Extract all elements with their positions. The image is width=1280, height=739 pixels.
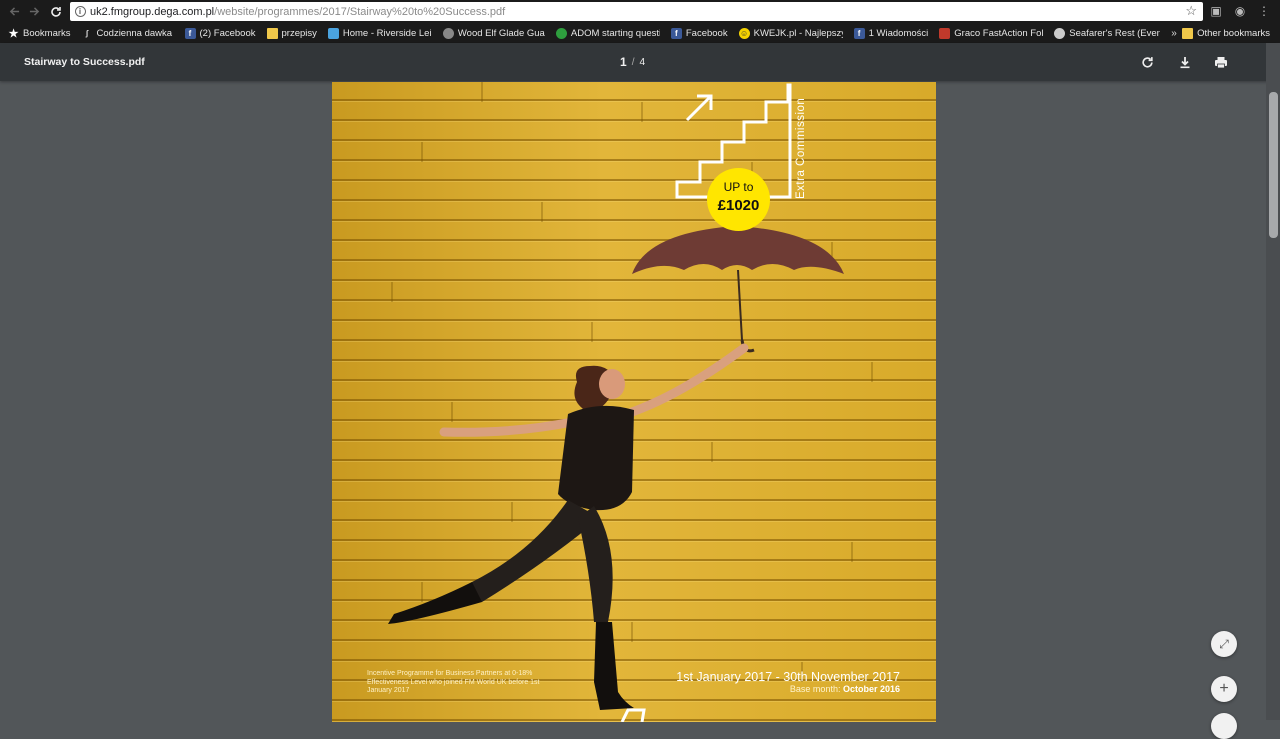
url-path: /website/programmes/2017/Stairway%20to%2… [214,5,506,18]
extension-chrome-icon[interactable]: ◉ [1232,3,1248,19]
url-host: uk2.fmgroup.dega.com.pl [90,5,215,18]
bookmark-item[interactable]: f1 Wiadomości [853,23,928,43]
bookmark-item[interactable]: Home - Riverside Leis [327,23,432,43]
bookmark-item[interactable]: przepisy [266,23,317,43]
smiley-icon: ☺ [738,27,750,39]
base-month: Base month: October 2016 [789,684,900,694]
site-icon [1054,27,1066,39]
forward-button[interactable] [24,2,44,22]
scrollbar-thumb[interactable] [1269,92,1278,238]
bookmark-item[interactable]: ☺ KWEJK.pl - Najlepszy [738,23,843,43]
page-indicator: 1 / 4 [620,55,645,69]
arrow-right-icon [29,7,39,16]
bookmark-item[interactable]: f (2) Facebook [184,23,256,43]
pdf-page: UP to £1020 Extra Commission Incentive P… [332,82,936,722]
print-icon [1215,56,1227,68]
arrow-left-icon [9,7,19,16]
zoom-in-button[interactable]: + [1211,676,1237,702]
bookmark-item[interactable]: Graco FastAction Fol [939,23,1043,43]
facebook-icon: f [184,27,196,39]
bookmark-item[interactable]: Seafarer's Rest (Event [1054,23,1160,43]
browser-omnibar: i uk2.fmgroup.dega.com.pl/website/progra… [0,0,1280,23]
rotate-icon [1141,56,1153,68]
download-icon [1180,56,1190,68]
bookmarks-bar: ★Bookmarks ʃCodzienna dawka cza f(2) Fac… [0,23,1280,43]
extension-icons: ▣ ◉ ⋮ [1208,3,1272,19]
facebook-icon: f [670,27,682,39]
folder-icon [1182,27,1194,39]
other-bookmarks-button[interactable]: Other bookmarks [1182,23,1270,43]
arrow-up-right-icon [685,94,713,122]
bookmark-item[interactable]: Wood Elf Glade Guar [442,23,545,43]
total-pages: 4 [639,56,646,68]
bookmark-item[interactable]: ADOM starting questi [555,23,660,43]
site-icon [939,27,951,39]
incentive-text: Incentive Programme for Business Partner… [367,670,540,694]
woman-figure [388,343,749,710]
site-info-icon[interactable]: i [70,6,90,17]
reload-button[interactable] [46,2,66,22]
site-icon [442,27,454,39]
facebook-icon: f [853,27,865,39]
bookmark-item[interactable]: ★ Bookmarks [8,23,71,43]
badge-label: UP to [723,180,754,194]
date-range: 1st January 2017 - 30th November 2017 Ba… [676,670,900,694]
bookmark-item[interactable]: ʃCodzienna dawka cza [82,23,174,43]
pdf-toolbar: Stairway to Success.pdf 1 / 4 [0,43,1280,81]
fit-page-icon: ⤢ [1219,636,1229,651]
reload-icon [51,6,61,17]
site-icon [327,27,339,39]
back-button[interactable] [4,2,24,22]
date-range-text: 1st January 2017 - 30th November 2017 [676,670,900,684]
site-icon [555,27,567,39]
plus-icon: + [1219,680,1229,697]
zoom-out-button[interactable] [1211,713,1237,739]
page-separator: / [631,56,635,68]
rotate-button[interactable] [1139,54,1155,70]
badge-amount: £1020 [717,197,760,214]
current-page-input[interactable]: 1 [620,55,627,69]
page-artwork [388,82,873,722]
extra-commission-label: Extra Commission [795,97,807,199]
menu-kebab-icon[interactable]: ⋮ [1256,3,1272,19]
fit-to-page-button[interactable]: ⤢ [1211,631,1237,657]
bookmark-item[interactable]: f Facebook [670,23,728,43]
download-button[interactable] [1177,54,1193,70]
bookmark-star-icon[interactable]: ☆ [1185,3,1197,19]
print-button[interactable] [1213,54,1229,70]
address-bar[interactable]: i uk2.fmgroup.dega.com.pl/website/progra… [70,2,1203,21]
commission-badge: UP to £1020 [707,168,770,231]
folder-icon [266,27,278,39]
page-icon: ʃ [85,28,89,38]
bottom-logo-fragment [620,708,646,722]
extension-puzzle-icon[interactable]: ▣ [1208,3,1224,19]
umbrella-graphic [632,226,844,353]
bookmarks-overflow-button[interactable]: » [1171,28,1177,39]
document-title: Stairway to Success.pdf [24,56,145,68]
star-icon: ★ [8,27,19,40]
